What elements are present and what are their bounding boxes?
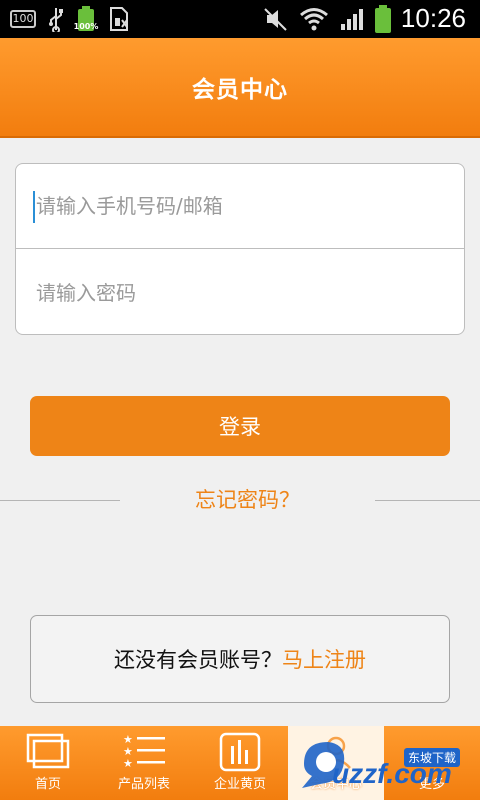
mute-icon bbox=[263, 6, 289, 32]
wifi-icon bbox=[299, 6, 329, 32]
battery-charging-icon: 100% bbox=[74, 6, 98, 32]
nav-item-member[interactable]: 会员中心 bbox=[288, 726, 384, 800]
text-caret bbox=[33, 191, 35, 223]
page-title: 会员中心 bbox=[192, 77, 288, 103]
nav-item-products[interactable]: ★ ★ ★ 产品列表 bbox=[96, 726, 192, 800]
divider-right bbox=[375, 500, 480, 501]
nav-label-home: 首页 bbox=[34, 777, 61, 792]
nav-label-products: 产品列表 bbox=[117, 777, 170, 792]
app-header: 会员中心 bbox=[0, 38, 480, 138]
divider-left bbox=[0, 500, 120, 501]
member-icon bbox=[316, 732, 356, 776]
notification-100-icon: 100 bbox=[10, 10, 36, 28]
bar-chart-icon bbox=[219, 732, 261, 776]
signal-icon bbox=[339, 6, 365, 32]
list-star-icon: ★ ★ ★ bbox=[121, 732, 167, 774]
forgot-password-link[interactable]: 忘记密码？ bbox=[120, 484, 375, 516]
login-form bbox=[15, 163, 465, 335]
more-icon bbox=[412, 732, 452, 776]
password-field[interactable] bbox=[16, 250, 464, 335]
register-link[interactable]: 马上注册 bbox=[282, 644, 366, 674]
login-button[interactable]: 登录 bbox=[30, 396, 450, 456]
account-field[interactable] bbox=[16, 164, 464, 249]
register-box[interactable]: 还没有会员账号？ 马上注册 bbox=[30, 615, 450, 703]
sim-card-icon bbox=[108, 6, 130, 32]
nav-item-more[interactable]: 更多 bbox=[384, 726, 480, 800]
home-windows-icon bbox=[26, 732, 70, 774]
battery-icon bbox=[374, 4, 391, 33]
bottom-nav: 首页 ★ ★ ★ 产品列表 企业黄页 会员中心 更多 bbox=[0, 726, 480, 800]
usb-icon bbox=[48, 6, 64, 32]
status-bar: 100 100% 10:26 bbox=[0, 0, 480, 38]
clock: 10:26 bbox=[400, 3, 466, 33]
register-prompt: 还没有会员账号？ bbox=[114, 648, 282, 672]
nav-item-directory[interactable]: 企业黄页 bbox=[192, 726, 288, 800]
nav-item-home[interactable]: 首页 bbox=[0, 726, 96, 800]
svg-text:★: ★ bbox=[123, 757, 133, 770]
password-input[interactable] bbox=[34, 279, 438, 306]
account-input[interactable] bbox=[34, 193, 438, 219]
